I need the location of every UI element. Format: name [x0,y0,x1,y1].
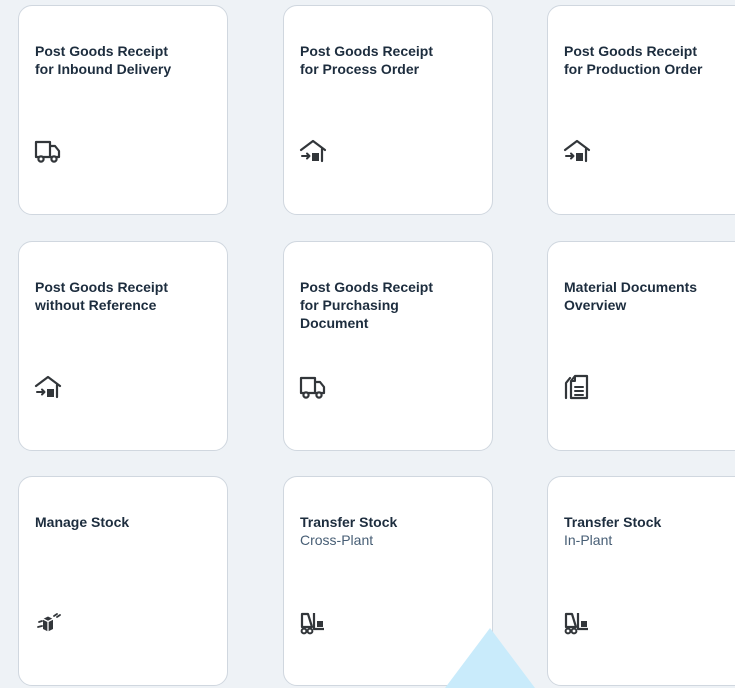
warehouse-receipt-icon [298,136,328,166]
tile-title: Material Documents Overview [564,279,698,313]
tile-subtitle: Cross-Plant [300,532,374,548]
tile-material-documents-overview[interactable]: Material Documents Overview [547,241,735,451]
tile-title: Transfer Stock In-Plant [564,495,735,567]
tile-title: Post Goods Receipt for Production Order [564,43,703,77]
forklift-icon [562,607,592,637]
warehouse-receipt-icon [33,372,63,402]
tile-post-gr-without-reference[interactable]: Post Goods Receipt without Reference [18,241,228,451]
tile-post-gr-production-order[interactable]: Post Goods Receipt for Production Order [547,5,735,215]
truck-icon [33,136,63,166]
tile-post-gr-inbound-delivery[interactable]: Post Goods Receipt for Inbound Delivery [18,5,228,215]
highlight-shape [445,628,535,688]
tile-title: Post Goods Receipt for Inbound Delivery [35,43,172,77]
tile-transfer-stock-in-plant[interactable]: Transfer Stock In-Plant [547,476,735,686]
forklift-icon [298,607,328,637]
stock-cubes-icon [33,607,63,637]
tile-post-gr-purchasing-document[interactable]: Post Goods Receipt for Purchasing Docume… [283,241,493,451]
tile-title: Manage Stock [35,514,130,530]
tile-title: Post Goods Receipt for Purchasing Docume… [300,279,434,331]
tile-title: Transfer Stock Cross-Plant [300,495,480,567]
tile-manage-stock[interactable]: Manage Stock [18,476,228,686]
truck-icon [298,372,328,402]
documents-icon [562,372,592,402]
tile-title: Post Goods Receipt without Reference [35,279,169,313]
tile-subtitle: In-Plant [564,532,613,548]
warehouse-receipt-icon [562,136,592,166]
tile-post-gr-process-order[interactable]: Post Goods Receipt for Process Order [283,5,493,215]
tile-title: Post Goods Receipt for Process Order [300,43,434,77]
